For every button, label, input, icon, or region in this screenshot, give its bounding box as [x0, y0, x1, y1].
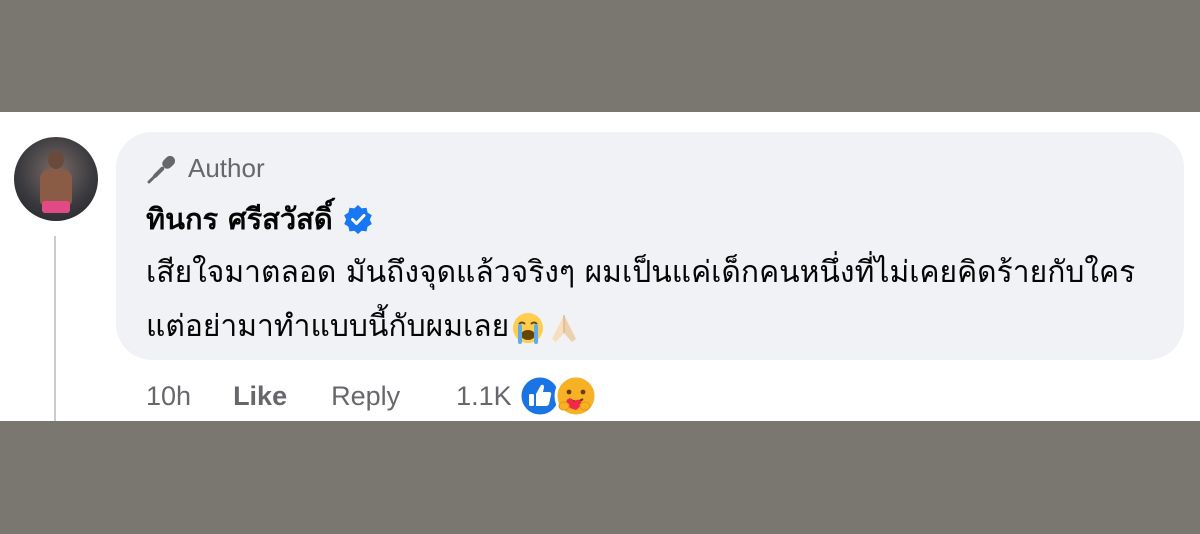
comment-text: เสียใจมาตลอด มันถึงจุดแล้วจริงๆ ผมเป็นแค… [146, 255, 1136, 344]
comment-actions: 10h Like Reply 1.1K [146, 374, 598, 418]
reply-button[interactable]: Reply [331, 381, 400, 412]
author-name-row: ทินกร ศรีสวัสดิ์ [146, 196, 373, 242]
comment-panel: Author ทินกร ศรีสวัสดิ์ เสียใจมาตลอด มัน… [0, 112, 1200, 421]
comment-body: เสียใจมาตลอด มันถึงจุดแล้วจริงๆ ผมเป็นแค… [146, 246, 1156, 354]
author-badge-label: Author [188, 152, 265, 183]
care-reaction-icon[interactable] [554, 374, 598, 418]
reply-thread-line [54, 236, 56, 421]
author-name[interactable]: ทินกร ศรีสวัสดิ์ [146, 196, 333, 242]
avatar-figure-torso [40, 169, 72, 205]
author-badge: Author [146, 152, 265, 184]
comment-timestamp[interactable]: 10h [146, 381, 191, 412]
avatar-figure-head [48, 151, 64, 169]
crying-face-icon [513, 312, 544, 344]
like-button[interactable]: Like [233, 381, 287, 412]
avatar[interactable] [14, 137, 98, 221]
microphone-icon [147, 155, 176, 184]
comment-bubble: Author ทินกร ศรีสวัสดิ์ เสียใจมาตลอด มัน… [116, 132, 1184, 360]
reaction-count[interactable]: 1.1K [456, 381, 512, 412]
verified-badge-icon [343, 205, 372, 234]
avatar-figure-shorts [42, 201, 70, 213]
folded-hands-icon [552, 314, 577, 342]
